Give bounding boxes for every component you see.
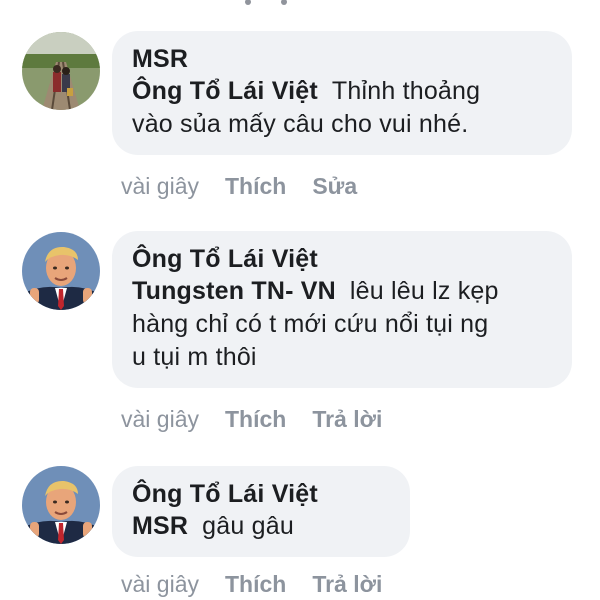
comment-text: Tungsten TN- VN lêu lêu lz kẹp hàng chỉ c…	[132, 275, 552, 374]
reply-button[interactable]: Trả lời	[312, 406, 382, 432]
comment-thread: MSR Ông Tổ Lái Việt Thỉnh thoảng vào sủa …	[0, 0, 600, 600]
comment-author[interactable]: MSR	[132, 43, 552, 75]
mention-tag[interactable]: Ông Tổ Lái Việt	[132, 77, 318, 105]
comment-text-line: u tụi m thôi	[132, 343, 257, 371]
comment-bubble: Ông Tổ Lái Việt MSR gâu gâu	[112, 466, 410, 557]
timestamp[interactable]: vài giây	[121, 406, 199, 432]
railway-couple-photo-icon	[22, 32, 100, 110]
comment-text: MSR gâu gâu	[132, 510, 390, 543]
comment-author[interactable]: Ông Tổ Lái Việt	[132, 243, 552, 275]
reply-button[interactable]: Trả lời	[312, 571, 382, 597]
comment-bubble: Ông Tổ Lái Việt Tungsten TN- VN lêu lêu l…	[112, 231, 572, 388]
avatar[interactable]	[22, 32, 100, 110]
like-button[interactable]: Thích	[225, 173, 286, 199]
comment-bubble: MSR Ông Tổ Lái Việt Thỉnh thoảng vào sủa …	[112, 31, 572, 155]
avatar[interactable]	[22, 232, 100, 310]
mention-tag[interactable]: Tungsten TN- VN	[132, 277, 336, 305]
like-button[interactable]: Thích	[225, 571, 286, 597]
comment-text: Ông Tổ Lái Việt Thỉnh thoảng vào sủa mấy …	[132, 75, 552, 141]
mention-tag[interactable]: MSR	[132, 512, 188, 540]
avatar[interactable]	[22, 466, 100, 544]
man-in-suit-portrait-icon	[22, 232, 100, 310]
edit-button[interactable]: Sửa	[312, 173, 357, 199]
comment-actions: vài giây Thích Trả lời	[121, 406, 408, 433]
comment-text-line: Thỉnh thoảng	[331, 77, 481, 105]
timestamp[interactable]: vài giây	[121, 173, 199, 199]
previous-actions-cutoff	[245, 0, 325, 6]
comment-text-line: hàng chỉ có t mới cứu nổi tụi ng	[132, 310, 489, 338]
man-in-suit-portrait-icon	[22, 466, 100, 544]
comment-text-line: lêu lêu lz kẹp	[349, 277, 499, 305]
comment-text-line: vào sủa mấy câu cho vui nhé.	[132, 110, 469, 138]
like-button[interactable]: Thích	[225, 406, 286, 432]
timestamp[interactable]: vài giây	[121, 571, 199, 597]
comment-actions: vài giây Thích Sửa	[121, 173, 383, 200]
comment-actions: vài giây Thích Trả lời	[121, 571, 408, 598]
comment-author[interactable]: Ông Tổ Lái Việt	[132, 478, 390, 510]
comment-text-line: gâu gâu	[202, 512, 294, 540]
